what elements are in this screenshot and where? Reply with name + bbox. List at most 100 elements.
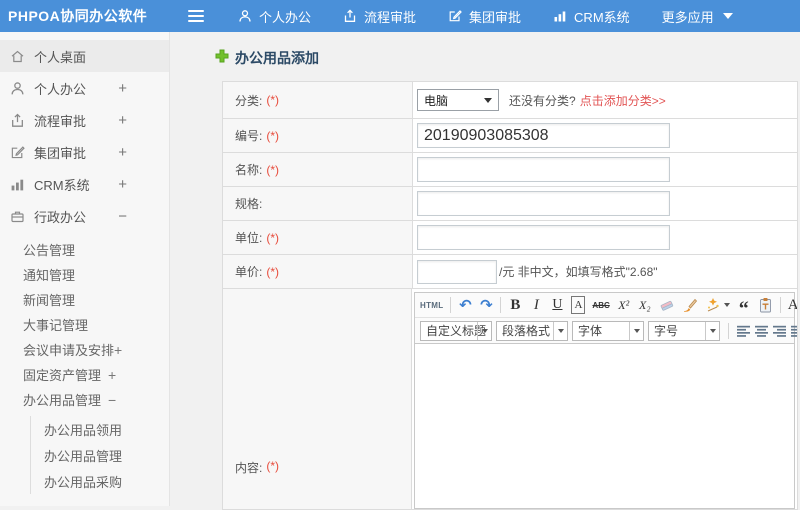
- unit-input[interactable]: [417, 225, 670, 250]
- price-label: 单价:: [235, 265, 263, 279]
- category-note: 还没有分类?: [509, 93, 576, 108]
- form-row-code: 编号: (*): [223, 119, 797, 153]
- border-text-button[interactable]: A: [571, 296, 586, 314]
- required-marker: (*): [266, 128, 280, 143]
- dropdown-caret-icon: [709, 328, 716, 333]
- form-row-price: 单价: (*) /元 非中文，如填写格式"2.68": [223, 255, 797, 289]
- sidebar-item-personal-office[interactable]: 个人办公 +: [0, 72, 169, 104]
- redo-icon[interactable]: ↷: [479, 296, 493, 314]
- expand-plus-icon[interactable]: +: [118, 112, 127, 129]
- topnav-item-more-apps[interactable]: 更多应用: [662, 7, 733, 26]
- chart-icon: [10, 177, 25, 192]
- strikethrough-button[interactable]: ABC: [592, 296, 609, 314]
- editor-content-area[interactable]: [415, 343, 794, 508]
- align-left-icon[interactable]: [737, 322, 751, 340]
- share-icon: [343, 9, 357, 23]
- form-row-unit: 单位: (*): [223, 221, 797, 255]
- sidebar-item-group-approval[interactable]: 集团审批 +: [0, 136, 169, 168]
- category-label: 分类:: [235, 93, 263, 108]
- sidebar-item-supplies-purchase[interactable]: 办公用品采购: [31, 468, 169, 494]
- align-right-icon[interactable]: [773, 322, 787, 340]
- sidebar: 个人桌面 个人办公 + 流程审批 + 集团审批 + CRM系统 + 行政办公 −…: [0, 32, 170, 506]
- name-input[interactable]: [417, 157, 670, 182]
- sidebar-item-workflow-approval[interactable]: 流程审批 +: [0, 104, 169, 136]
- custom-heading-select[interactable]: 自定义标题: [420, 320, 492, 341]
- topnav-item-workflow-approval[interactable]: 流程审批: [343, 7, 416, 26]
- sidebar-item-supplies-requisition[interactable]: 办公用品领用: [31, 416, 169, 442]
- required-marker: (*): [266, 93, 280, 107]
- content-label: 内容:: [235, 461, 263, 475]
- main-content: 办公用品添加 分类: (*) 电脑 还没有分类? 点击添加分类>> 编号: (*…: [170, 32, 800, 510]
- code-input[interactable]: [417, 123, 670, 148]
- dropdown-caret-icon: [723, 303, 730, 307]
- collapse-minus-icon[interactable]: −: [108, 392, 116, 408]
- sidebar-item-office-supplies-mgmt[interactable]: 办公用品管理 −: [0, 387, 169, 412]
- spellcheck-wand-icon[interactable]: [705, 296, 730, 314]
- sidebar-item-admin-office[interactable]: 行政办公 −: [0, 200, 169, 232]
- caret-down-icon: [722, 13, 733, 19]
- topnav-item-crm[interactable]: CRM系统: [553, 7, 630, 26]
- price-hint: /元 非中文，如填写格式"2.68": [499, 265, 658, 279]
- bold-button[interactable]: B: [508, 296, 522, 314]
- paste-clipboard-icon[interactable]: [758, 296, 773, 314]
- expand-plus-icon[interactable]: +: [108, 367, 116, 383]
- blockquote-button[interactable]: “: [737, 296, 751, 319]
- dropdown-caret-icon: [633, 328, 640, 333]
- form-row-spec: 规格:: [223, 187, 797, 221]
- spec-input[interactable]: [417, 191, 670, 216]
- superscript-button[interactable]: X²: [617, 296, 631, 314]
- hamburger-menu-icon[interactable]: [188, 9, 204, 23]
- page-title: 办公用品添加: [215, 48, 798, 68]
- expand-plus-icon[interactable]: +: [118, 176, 127, 193]
- code-label: 编号:: [235, 129, 263, 143]
- undo-icon[interactable]: ↶: [458, 296, 472, 314]
- expand-plus-icon[interactable]: +: [118, 80, 127, 97]
- form-row-content: 内容: (*) HTML ↶ ↷ B I U A ABC X² X₂ “ A 自…: [223, 289, 797, 509]
- format-painter-icon[interactable]: [682, 296, 698, 314]
- sidebar-item-personal-desktop[interactable]: 个人桌面: [0, 40, 169, 72]
- collapse-minus-icon[interactable]: −: [118, 208, 127, 225]
- sidebar-item-news-mgmt[interactable]: 新闻管理: [0, 287, 169, 312]
- edit-icon: [448, 9, 462, 23]
- html-source-button[interactable]: HTML: [420, 296, 443, 314]
- rich-text-editor: HTML ↶ ↷ B I U A ABC X² X₂ “ A 自定义标题 段落格…: [414, 292, 797, 509]
- form-row-name: 名称: (*): [223, 153, 797, 187]
- dropdown-caret-icon: [481, 328, 488, 333]
- align-center-icon[interactable]: [755, 322, 769, 340]
- edit-icon: [10, 145, 25, 160]
- expand-plus-icon[interactable]: +: [118, 144, 127, 161]
- required-marker: (*): [266, 264, 280, 279]
- select-caret-icon: [484, 97, 492, 103]
- topnav: 个人办公 流程审批 集团审批 CRM系统 更多应用: [238, 7, 733, 26]
- topnav-item-group-approval[interactable]: 集团审批: [448, 7, 521, 26]
- font-family-select[interactable]: 字体: [572, 320, 644, 341]
- add-category-link[interactable]: 点击添加分类>>: [580, 92, 666, 109]
- sidebar-item-announcement-mgmt[interactable]: 公告管理: [0, 237, 169, 262]
- sidebar-item-crm[interactable]: CRM系统 +: [0, 168, 169, 200]
- expand-plus-icon[interactable]: +: [114, 342, 122, 358]
- sidebar-item-meeting-mgmt[interactable]: 会议申请及安排 +: [0, 337, 169, 362]
- font-color-button[interactable]: A: [788, 296, 797, 314]
- align-justify-icon[interactable]: [791, 322, 797, 340]
- required-marker: (*): [266, 230, 280, 245]
- font-size-select[interactable]: 字号: [648, 320, 720, 341]
- price-input[interactable]: [417, 259, 497, 284]
- subscript-button[interactable]: X₂: [638, 296, 652, 314]
- sidebar-item-notice-mgmt[interactable]: 通知管理: [0, 262, 169, 287]
- italic-button[interactable]: I: [529, 296, 543, 314]
- topnav-item-personal-office[interactable]: 个人办公: [238, 7, 311, 26]
- user-icon: [238, 9, 252, 23]
- eraser-icon[interactable]: [659, 296, 675, 314]
- form-row-category: 分类: (*) 电脑 还没有分类? 点击添加分类>>: [223, 82, 797, 119]
- topbar: PHPOA协同办公软件 个人办公 流程审批 集团审批 CRM系统 更多应用: [0, 0, 800, 32]
- editor-toolbar-row1: HTML ↶ ↷ B I U A ABC X² X₂ “ A: [415, 293, 797, 319]
- name-label: 名称:: [235, 163, 263, 177]
- paragraph-format-select[interactable]: 段落格式: [496, 320, 568, 341]
- dropdown-caret-icon: [557, 328, 564, 333]
- editor-toolbar-row2: 自定义标题 段落格式 字体 字号: [415, 318, 797, 343]
- sidebar-item-fixed-assets-mgmt[interactable]: 固定资产管理 +: [0, 362, 169, 387]
- sidebar-item-supplies-management[interactable]: 办公用品管理: [31, 442, 169, 468]
- underline-button[interactable]: U: [550, 296, 564, 314]
- sidebar-item-events-mgmt[interactable]: 大事记管理: [0, 312, 169, 337]
- category-select[interactable]: 电脑: [417, 89, 499, 111]
